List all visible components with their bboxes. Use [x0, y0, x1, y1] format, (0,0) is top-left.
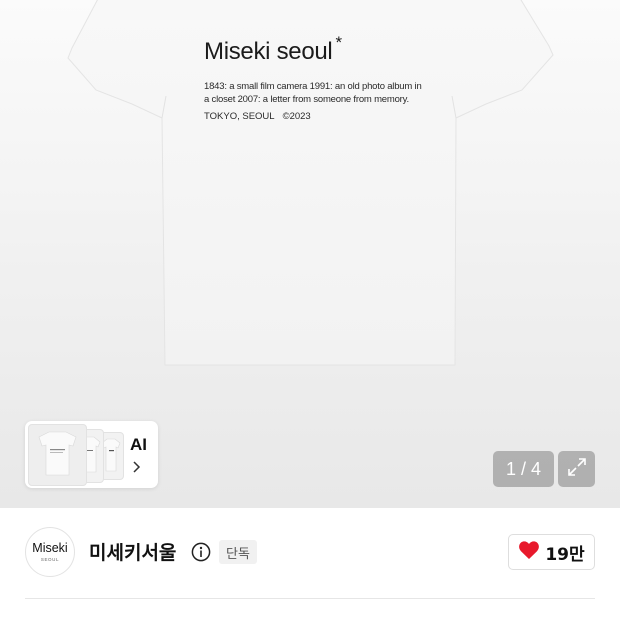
- image-counter: 1 / 4: [493, 451, 554, 487]
- divider: [25, 598, 595, 599]
- like-count: 19만: [545, 544, 585, 565]
- print-tagline: 1843: a small film camera 1991: an old p…: [204, 81, 422, 105]
- product-image-gallery[interactable]: Miseki seoul * 1843: a small film camera …: [0, 0, 620, 508]
- print-year: ©2023: [282, 111, 311, 122]
- brand-logo[interactable]: Miseki SEOUL: [25, 527, 75, 577]
- thumbnail-1: [28, 424, 87, 486]
- print-footer: TOKYO, SEOUL ©2023: [204, 111, 464, 122]
- ai-lookbook-button[interactable]: AI: [25, 421, 158, 488]
- chevron-right-icon: [132, 459, 142, 478]
- info-icon[interactable]: [191, 542, 211, 566]
- brand-name[interactable]: 미세키서울: [89, 538, 176, 565]
- print-brand: Miseki seoul: [204, 38, 333, 65]
- brand-row: Miseki SEOUL 미세키서울 단독 19만: [0, 508, 620, 598]
- like-button[interactable]: 19만: [508, 534, 595, 570]
- shirt-print: Miseki seoul * 1843: a small film camera …: [204, 33, 464, 122]
- heart-icon: [518, 540, 540, 564]
- logo-sub-text: SEOUL: [40, 557, 60, 562]
- expand-icon: [566, 456, 588, 482]
- exclusive-badge: 단독: [219, 540, 257, 564]
- ai-label: AI: [130, 435, 147, 454]
- logo-main-text: Miseki: [32, 541, 68, 555]
- print-star: *: [335, 33, 343, 52]
- print-location: TOKYO, SEOUL: [204, 111, 275, 122]
- expand-button[interactable]: [558, 451, 595, 487]
